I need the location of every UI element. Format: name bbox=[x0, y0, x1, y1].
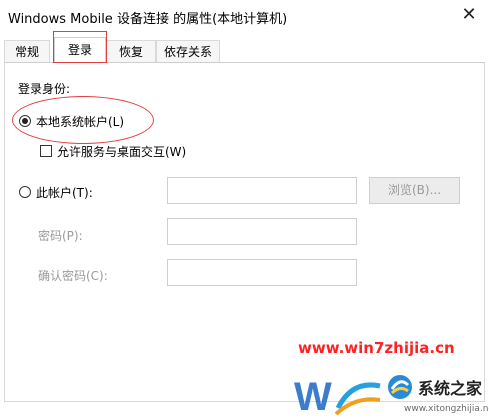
watermark-brand: 系统之家 bbox=[418, 379, 483, 398]
tab-logon[interactable]: 登录 bbox=[54, 37, 106, 63]
browse-button[interactable]: 浏览(B)... bbox=[369, 177, 460, 204]
allow-desktop-label[interactable]: 允许服务与桌面交互(W) bbox=[57, 143, 186, 160]
account-input[interactable] bbox=[167, 177, 357, 204]
tab-recovery[interactable]: 恢复 bbox=[106, 40, 156, 62]
watermark-url-secondary: www.xitongzhijia.net bbox=[404, 404, 489, 414]
allow-desktop-checkbox[interactable] bbox=[40, 145, 52, 157]
title-bar: Windows Mobile 设备连接 的属性(本地计算机) ✕ bbox=[0, 0, 489, 32]
local-system-label[interactable]: 本地系统帐户(L) bbox=[36, 113, 124, 130]
win7-logo-icon: W bbox=[294, 375, 381, 419]
password-input[interactable] bbox=[167, 218, 357, 245]
close-icon[interactable]: ✕ bbox=[457, 3, 481, 27]
local-system-radio[interactable] bbox=[19, 115, 31, 127]
tab-strip: 常规 登录 恢复 依存关系 bbox=[0, 32, 489, 63]
this-account-label[interactable]: 此帐户(T): bbox=[36, 184, 93, 201]
tab-dependencies[interactable]: 依存关系 bbox=[156, 40, 220, 62]
password-label: 密码(P): bbox=[38, 229, 83, 243]
svg-text:W: W bbox=[294, 375, 332, 419]
xitongzhijia-logo-icon bbox=[388, 375, 412, 399]
radio-selected-dot bbox=[22, 118, 28, 124]
confirm-password-label: 确认密码(C): bbox=[38, 269, 108, 283]
confirm-password-input[interactable] bbox=[167, 259, 357, 286]
tab-general[interactable]: 常规 bbox=[4, 40, 50, 62]
logon-as-label: 登录身份: bbox=[18, 82, 71, 96]
this-account-radio[interactable] bbox=[19, 186, 31, 198]
window-title: Windows Mobile 设备连接 的属性(本地计算机) bbox=[8, 12, 288, 27]
watermark-url: www.win7zhijia.cn bbox=[298, 339, 455, 357]
